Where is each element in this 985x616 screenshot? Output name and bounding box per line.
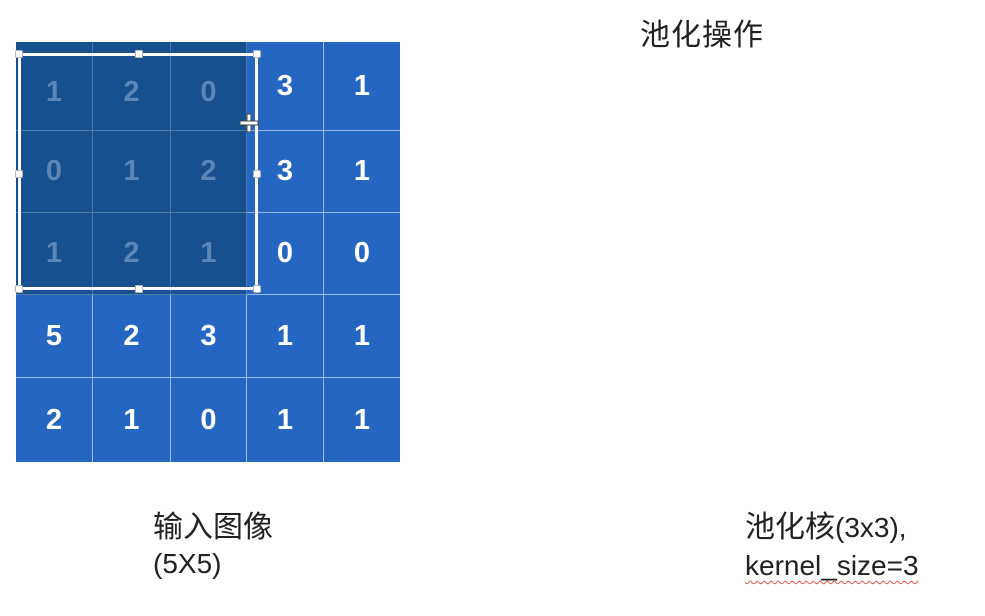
grid-cell-r3-c1: 2 (93, 295, 171, 378)
resize-handle-middle-right[interactable] (253, 170, 261, 178)
input-image-caption: 输入图像 (5X5) (153, 510, 273, 582)
grid-cell-r0-c4: 1 (324, 42, 400, 131)
input-image-label: 输入图像 (153, 510, 273, 545)
pooling-diagram: 池化操作 1203101231121005231121011 输入图像 (5X5… (0, 0, 985, 616)
grid-cell-r3-c2: 3 (171, 295, 247, 378)
pooling-kernel-selection[interactable] (15, 50, 261, 293)
kernel-size-param: kernel_size=3 (745, 546, 919, 586)
resize-handle-top-right[interactable] (253, 50, 261, 58)
grid-cell-r4-c0: 2 (16, 378, 93, 462)
resize-handle-top-left[interactable] (15, 50, 23, 58)
resize-handle-top-middle[interactable] (135, 50, 143, 58)
resize-handle-middle-left[interactable] (15, 170, 23, 178)
resize-handle-bottom-left[interactable] (15, 285, 23, 293)
grid-cell-r3-c3: 1 (247, 295, 324, 378)
resize-handle-bottom-right[interactable] (253, 285, 261, 293)
kernel-label: 池化核(3x3), (745, 510, 919, 546)
kernel-size-text: kernel_size=3 (745, 550, 919, 581)
grid-cell-r4-c3: 1 (247, 378, 324, 462)
grid-cell-r2-c3: 0 (247, 213, 324, 295)
grid-cell-r4-c4: 1 (324, 378, 400, 462)
input-image-size: (5X5) (153, 548, 222, 579)
grid-cell-r4-c2: 0 (171, 378, 247, 462)
page-title: 池化操作 (640, 18, 764, 53)
resize-handle-bottom-middle[interactable] (135, 285, 143, 293)
kernel-caption: 池化核(3x3), kernel_size=3 (745, 510, 919, 586)
grid-cell-r3-c4: 1 (324, 295, 400, 378)
grid-cell-r4-c1: 1 (93, 378, 171, 462)
grid-cell-r1-c4: 1 (324, 131, 400, 213)
kernel-label-text: 池化核 (745, 510, 835, 545)
grid-cell-r3-c0: 5 (16, 295, 93, 378)
kernel-label-size: (3x3), (835, 512, 907, 543)
grid-cell-r2-c4: 0 (324, 213, 400, 295)
resize-cursor-icon (239, 113, 259, 133)
